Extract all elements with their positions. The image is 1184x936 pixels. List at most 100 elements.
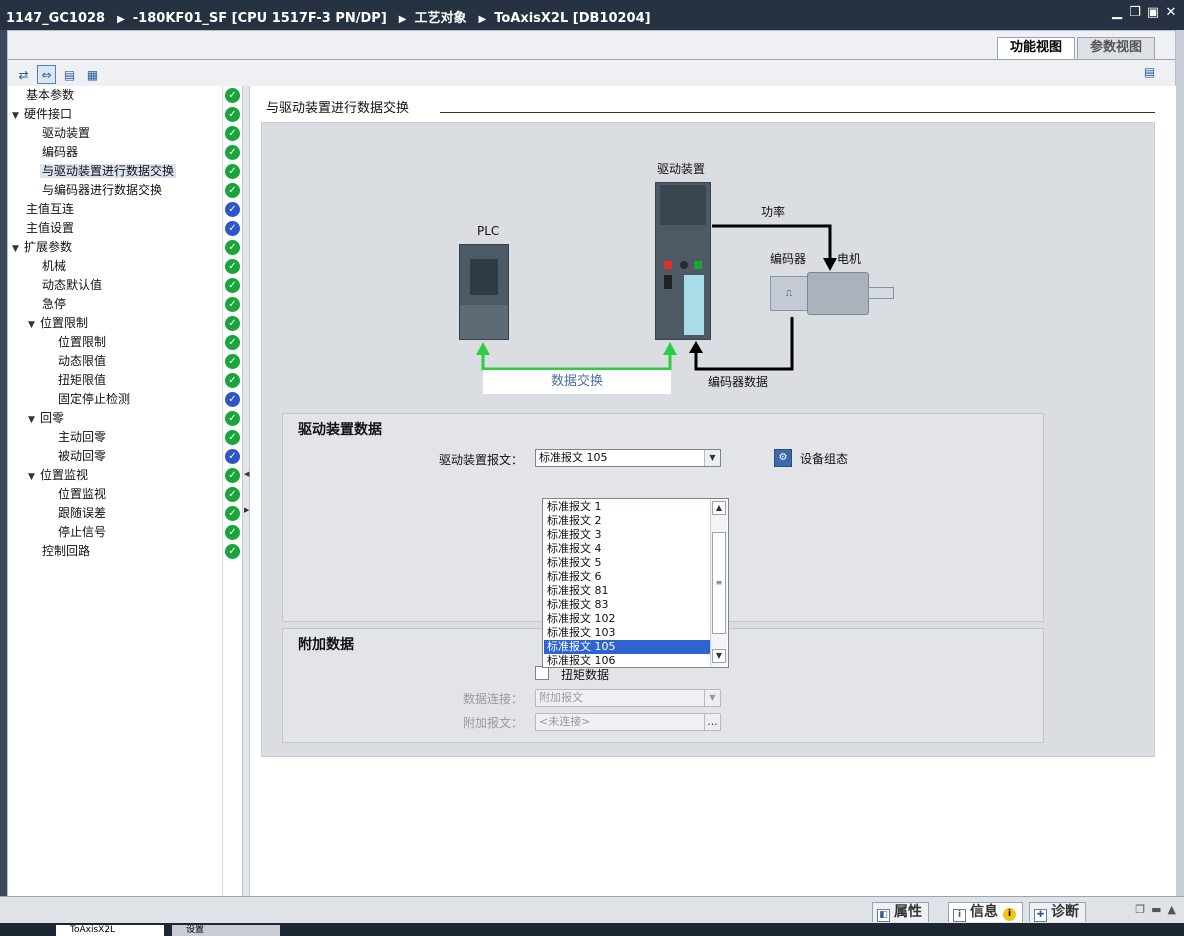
dropdown-option[interactable]: 标准报文 5: [544, 556, 710, 570]
taskbar-tab-axis[interactable]: ToAxisX2L: [56, 925, 164, 936]
compare-icon[interactable]: ⇄: [14, 65, 33, 84]
status-default-icon: ✓: [225, 202, 240, 217]
breadcrumb-cpu[interactable]: -180KF01_SF [CPU 1517F-3 PN/DP]: [133, 11, 387, 26]
tab-parameter-view[interactable]: 参数视图: [1076, 37, 1155, 59]
breadcrumb-tech-objects[interactable]: 工艺对象: [414, 11, 466, 26]
restore-icon[interactable]: ❐: [1135, 903, 1145, 916]
exchange-arrowhead-right-icon: [663, 342, 677, 355]
chevron-down-icon[interactable]: ▼: [704, 690, 720, 706]
extra-data-title: 附加数据: [298, 637, 354, 653]
sync-view-icon[interactable]: ⇔: [37, 65, 56, 84]
tree-item-passive-homing[interactable]: 被动回零: [58, 447, 106, 466]
restore-icon[interactable]: ❐: [1128, 6, 1142, 20]
tree-item-encoder[interactable]: 编码器: [42, 143, 78, 162]
dropdown-option[interactable]: 标准报文 6: [544, 570, 710, 584]
tree-item-homing-group[interactable]: ▼ 回零: [28, 409, 64, 428]
scroll-down-icon[interactable]: ▼: [712, 649, 726, 663]
tree-item-drive-data-exchange[interactable]: 与驱动装置进行数据交换: [40, 162, 177, 181]
browse-button[interactable]: ...: [704, 714, 720, 730]
tree-item-standstill-signal[interactable]: 停止信号: [58, 523, 106, 542]
maximize-icon[interactable]: ▣: [1146, 6, 1160, 20]
expand-right-icon[interactable]: ▶: [244, 506, 249, 514]
tree-item-label: 回零: [40, 411, 65, 425]
panel-splitter[interactable]: ◀ ▶: [242, 86, 250, 896]
tree-item-torque-limits[interactable]: 扭矩限值: [58, 371, 106, 390]
tree-item-basic-params[interactable]: 基本参数: [26, 86, 74, 105]
tree-item-drive[interactable]: 驱动装置: [42, 124, 90, 143]
breadcrumb: 1147_GC1028 ▶ -180KF01_SF [CPU 1517F-3 PN/…: [6, 7, 655, 26]
tree-item-emergency-stop[interactable]: 急停: [42, 295, 66, 314]
tab-diagnostics-label: 诊断: [1051, 904, 1079, 920]
tree-item-hardware-interface[interactable]: ▼ 硬件接口: [12, 105, 72, 124]
dropdown-scrollbar[interactable]: ▲ ≡ ▼: [710, 500, 727, 666]
data-connection-select[interactable]: 附加报文 ▼: [535, 689, 721, 707]
dropdown-option[interactable]: 标准报文 102: [544, 612, 710, 626]
collapse-left-icon[interactable]: ◀: [244, 470, 249, 478]
dropdown-option-selected[interactable]: 标准报文 105: [544, 640, 710, 654]
tab-info[interactable]: i 信息 i: [948, 902, 1023, 922]
tree-item-active-homing[interactable]: 主动回零: [58, 428, 106, 447]
minimize-icon[interactable]: ▁: [1110, 6, 1124, 20]
breadcrumb-separator-icon: ▶: [398, 14, 407, 25]
taskbar-tab-settings[interactable]: 设置: [172, 925, 280, 936]
tree-item-fixed-stop-detection[interactable]: 固定停止检测: [58, 390, 130, 409]
close-icon[interactable]: ✕: [1164, 6, 1178, 20]
tree-item-extended-params[interactable]: ▼ 扩展参数: [12, 238, 72, 257]
dropdown-option[interactable]: 标准报文 103: [544, 626, 710, 640]
expand-arrow-icon[interactable]: ▼: [12, 240, 24, 259]
tree-item-dynamic-defaults[interactable]: 动态默认值: [42, 276, 102, 295]
tree-item-encoder-data-exchange[interactable]: 与编码器进行数据交换: [42, 181, 162, 200]
tab-properties[interactable]: ◧ 属性: [872, 902, 929, 922]
dropdown-option[interactable]: 标准报文 81: [544, 584, 710, 598]
expand-arrow-icon[interactable]: ▼: [28, 316, 40, 335]
power-arrow: [712, 224, 832, 263]
tree-item-position-limits-group[interactable]: ▼ 位置限制: [28, 314, 88, 333]
scroll-thumb[interactable]: ≡: [712, 532, 726, 634]
tree-item-master-interconnect[interactable]: 主值互连: [26, 200, 74, 219]
scroll-up-icon[interactable]: ▲: [712, 501, 726, 515]
breadcrumb-project[interactable]: 1147_GC1028: [6, 11, 105, 26]
extra-telegram-value: <未连接>: [539, 715, 591, 728]
minimize-icon[interactable]: ▬: [1151, 903, 1161, 916]
collapse-up-icon[interactable]: ▲: [1168, 903, 1176, 916]
status-ok-icon: ✓: [225, 354, 240, 369]
telegram-dropdown-list[interactable]: 标准报文 1 标准报文 2 标准报文 3 标准报文 4 标准报文 5 标准报文 …: [542, 498, 729, 668]
collapse-all-icon[interactable]: ▦: [83, 65, 102, 84]
inspector-tabs-bar: ◧ 属性 i 信息 i ✚ 诊断 ❐ ▬ ▲: [0, 896, 1184, 923]
right-edge: [1176, 30, 1184, 896]
expand-arrow-icon[interactable]: ▼: [28, 411, 40, 430]
tree-item-position-limits[interactable]: 位置限制: [58, 333, 106, 352]
tab-diagnostics[interactable]: ✚ 诊断: [1029, 902, 1086, 922]
tab-function-view[interactable]: 功能视图: [996, 37, 1075, 59]
tree-item-label: 位置限制: [40, 316, 89, 330]
tree-item-mechanics[interactable]: 机械: [42, 257, 66, 276]
extra-telegram-field[interactable]: <未连接> ...: [535, 713, 721, 731]
tree-item-label: 驱动装置: [42, 126, 91, 140]
torque-checkbox[interactable]: [535, 666, 549, 680]
dropdown-option[interactable]: 标准报文 106: [544, 654, 710, 668]
tree-item-master-settings[interactable]: 主值设置: [26, 219, 74, 238]
tree-item-dynamic-limits[interactable]: 动态限值: [58, 352, 106, 371]
settings-icon[interactable]: ▤: [1140, 65, 1159, 84]
status-ok-icon: ✓: [225, 316, 240, 331]
dropdown-option[interactable]: 标准报文 1: [544, 500, 710, 514]
breadcrumb-separator-icon: ▶: [478, 14, 487, 25]
tree-item-position-monitoring[interactable]: 位置监视: [58, 485, 106, 504]
telegram-select[interactable]: 标准报文 105 ▼: [535, 449, 721, 467]
dropdown-option[interactable]: 标准报文 3: [544, 528, 710, 542]
breadcrumb-axis[interactable]: ToAxisX2L [DB10204]: [494, 11, 650, 26]
device-config-button[interactable]: ⚙ 设备组态: [774, 449, 848, 467]
chevron-down-icon[interactable]: ▼: [704, 450, 720, 466]
dropdown-option[interactable]: 标准报文 2: [544, 514, 710, 528]
tree-item-control-loop[interactable]: 控制回路: [42, 542, 90, 561]
tree-item-following-error[interactable]: 跟随误差: [58, 504, 106, 523]
tree-item-position-monitoring-group[interactable]: ▼ 位置监视: [28, 466, 88, 485]
status-ok-icon: ✓: [225, 164, 240, 179]
dropdown-option[interactable]: 标准报文 4: [544, 542, 710, 556]
expand-all-icon[interactable]: ▤: [60, 65, 79, 84]
dropdown-option[interactable]: 标准报文 83: [544, 598, 710, 612]
expand-arrow-icon[interactable]: ▼: [12, 107, 24, 126]
tree-item-label: 扩展参数: [24, 240, 73, 254]
extra-telegram-label: 附加报文：: [463, 716, 524, 730]
expand-arrow-icon[interactable]: ▼: [28, 468, 40, 487]
